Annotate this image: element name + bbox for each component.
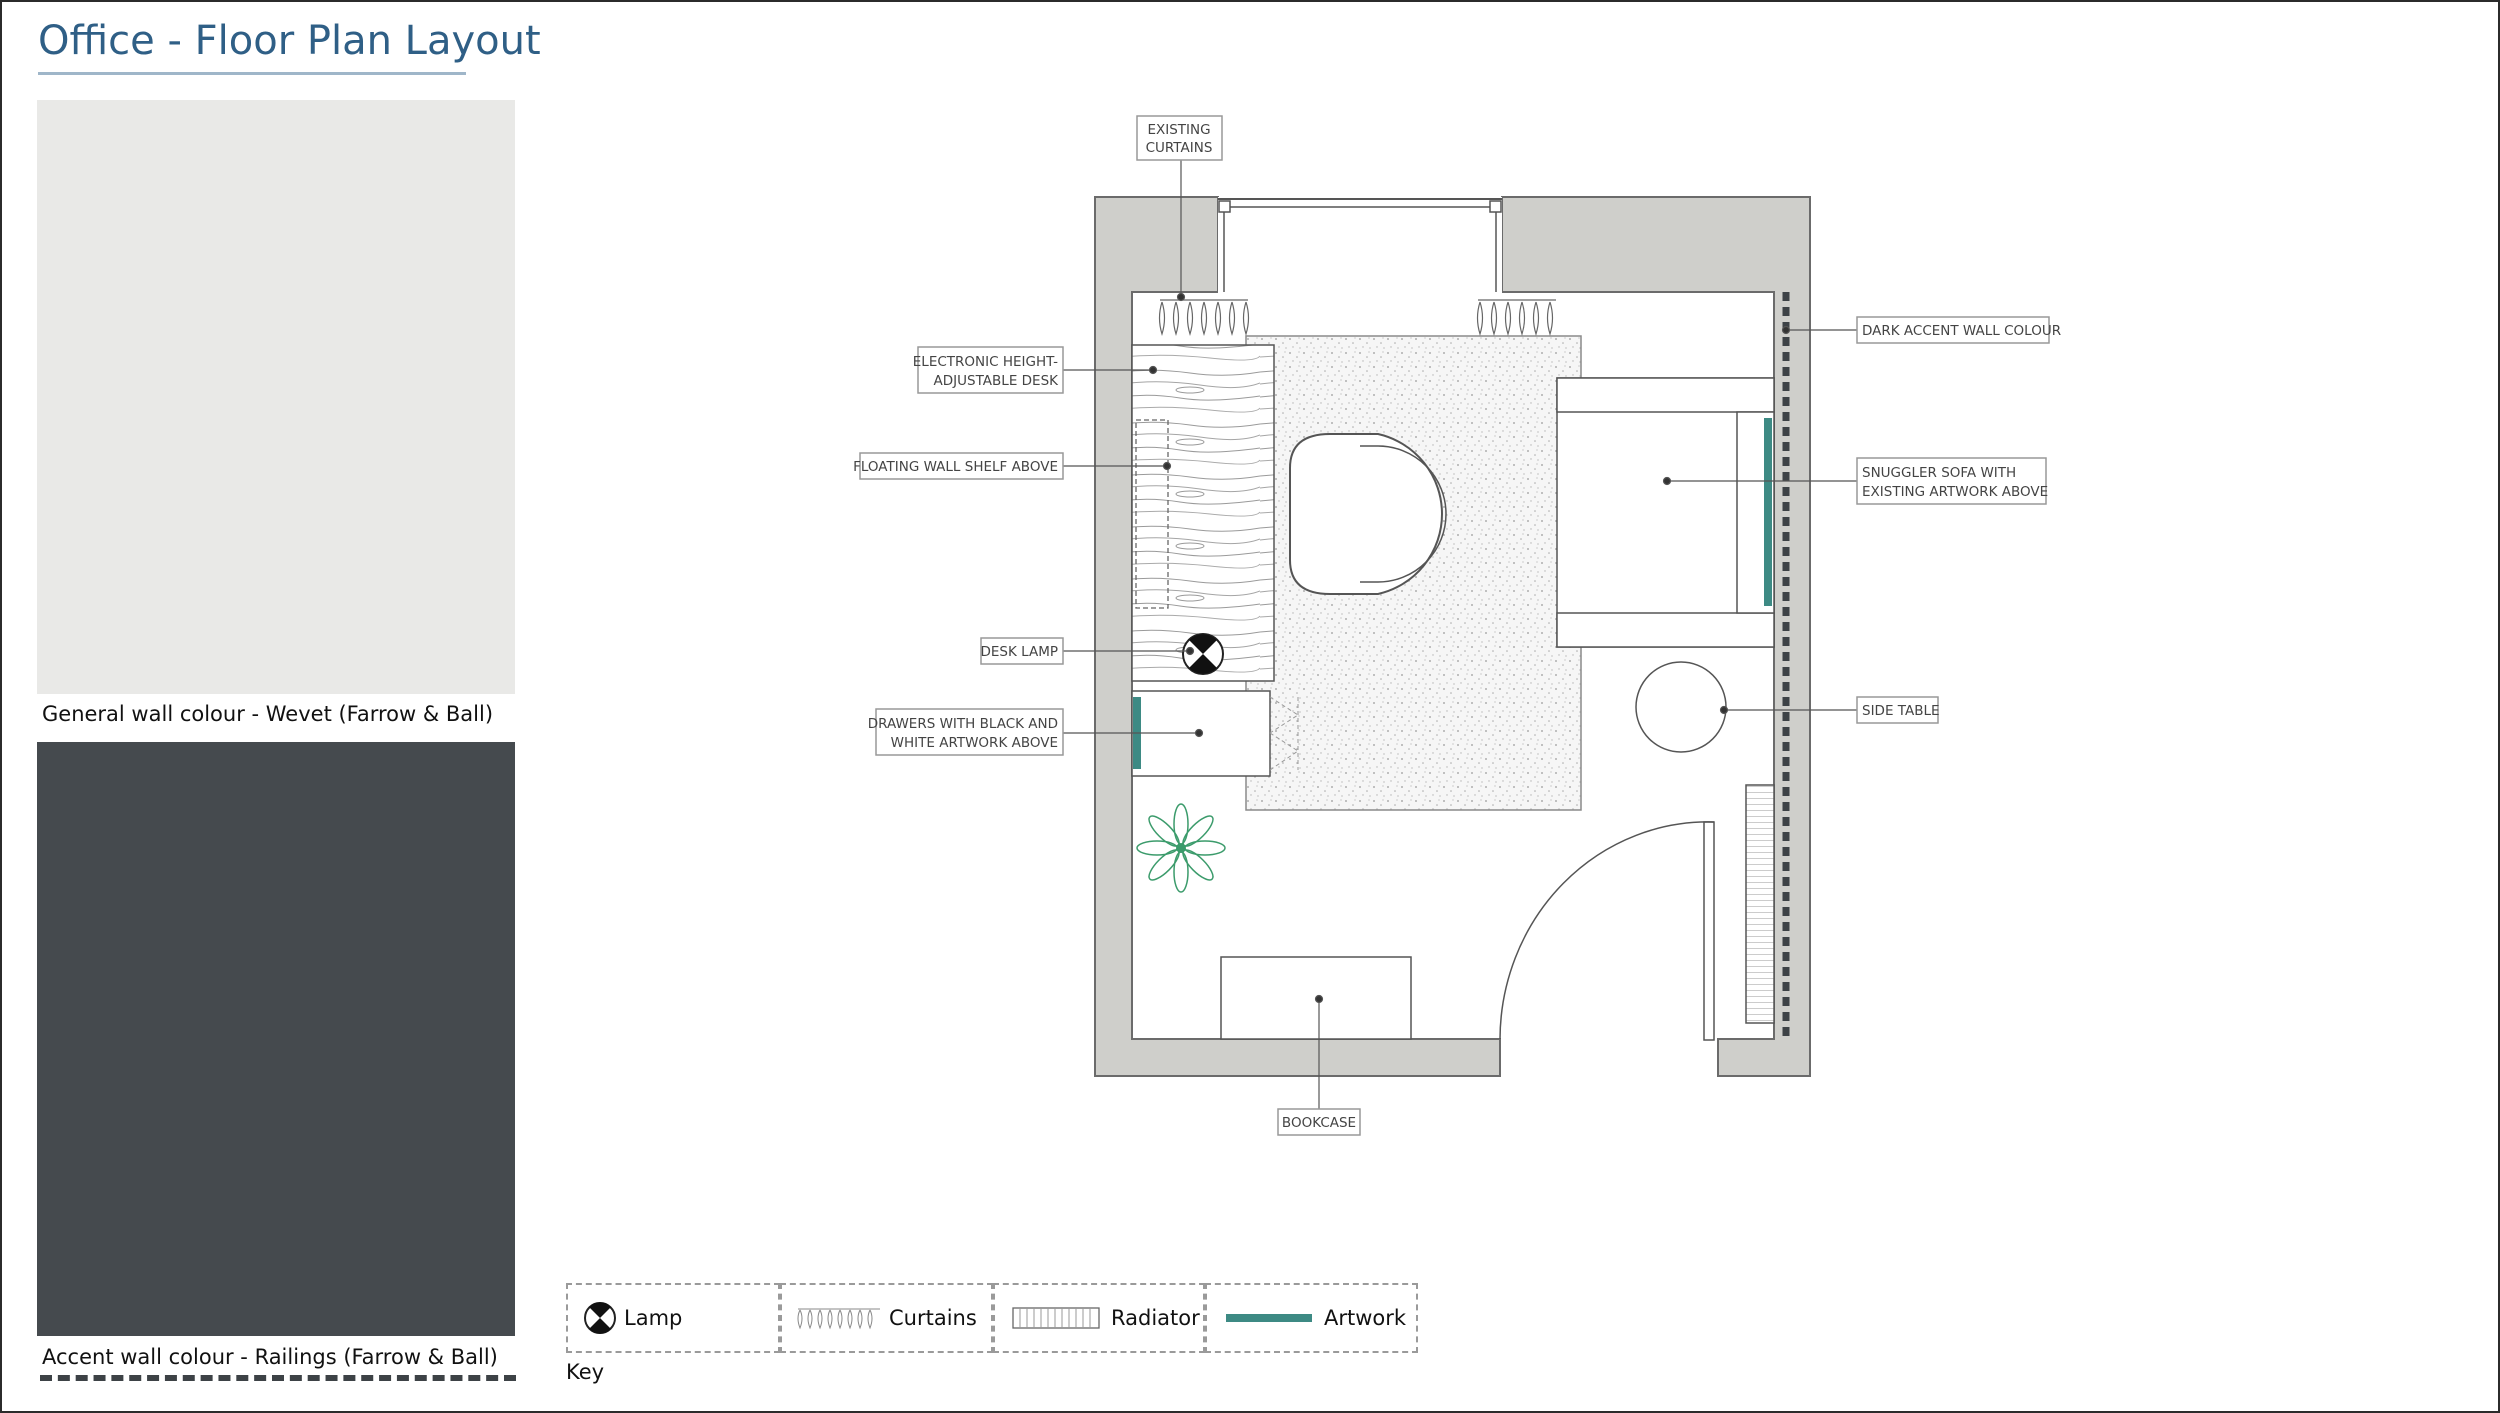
callout-sofa: SNUGGLER SOFA WITH EXISTING ARTWORK ABOV… [1856,457,2048,505]
callout-existing-curtains-line2: CURTAINS [1146,140,1213,156]
callout-side-table-text: SIDE TABLE [1862,703,1940,719]
legend-item-curtains: Curtains [889,1306,977,1330]
floor-plan: EXISTING CURTAINS ELECTRONIC HEIGHT- ADJ… [584,115,2061,1334]
side-table [1635,661,1727,753]
callout-desk-lamp: DESK LAMP [980,637,1064,665]
desk [1131,344,1275,682]
callout-dark-accent-wall: DARK ACCENT WALL COLOUR [1856,316,2061,344]
curtains-right [1476,299,1556,337]
callout-sofa-line2: EXISTING ARTWORK ABOVE [1862,484,2048,500]
callout-drawers-line2: WHITE ARTWORK ABOVE [891,735,1058,751]
callout-existing-curtains: EXISTING CURTAINS [1136,115,1223,161]
callout-sofa-line1: SNUGGLER SOFA WITH [1862,465,2016,481]
callout-desk: ELECTRONIC HEIGHT- ADJUSTABLE DESK [913,346,1064,394]
radiator [1745,784,1775,1024]
callout-desk-line1: ELECTRONIC HEIGHT- [913,354,1058,370]
callout-drawers-line1: DRAWERS WITH BLACK AND [868,716,1058,732]
plant [1136,803,1226,893]
callout-bookcase-text: BOOKCASE [1282,1115,1356,1131]
door [1499,821,1715,1041]
callout-existing-curtains-line1: EXISTING [1147,122,1210,138]
callout-shelf: FLOATING WALL SHELF ABOVE [853,452,1064,480]
callout-bookcase: BOOKCASE [1277,1108,1361,1136]
callout-desk-line2: ADJUSTABLE DESK [934,373,1060,389]
legend-item-lamp: Lamp [624,1306,683,1330]
curtains-left [1158,299,1250,337]
callout-drawers: DRAWERS WITH BLACK AND WHITE ARTWORK ABO… [868,708,1064,756]
legend-item-artwork: Artwork [1324,1306,1407,1330]
callout-shelf-text: FLOATING WALL SHELF ABOVE [853,459,1058,475]
callout-desk-lamp-text: DESK LAMP [981,644,1059,660]
callout-dark-accent-wall-text: DARK ACCENT WALL COLOUR [1862,323,2061,339]
snuggler-sofa [1556,377,1775,648]
legend-title: Key [566,1360,605,1384]
callout-side-table: SIDE TABLE [1856,696,1940,724]
legend-item-radiator: Radiator [1111,1306,1200,1330]
